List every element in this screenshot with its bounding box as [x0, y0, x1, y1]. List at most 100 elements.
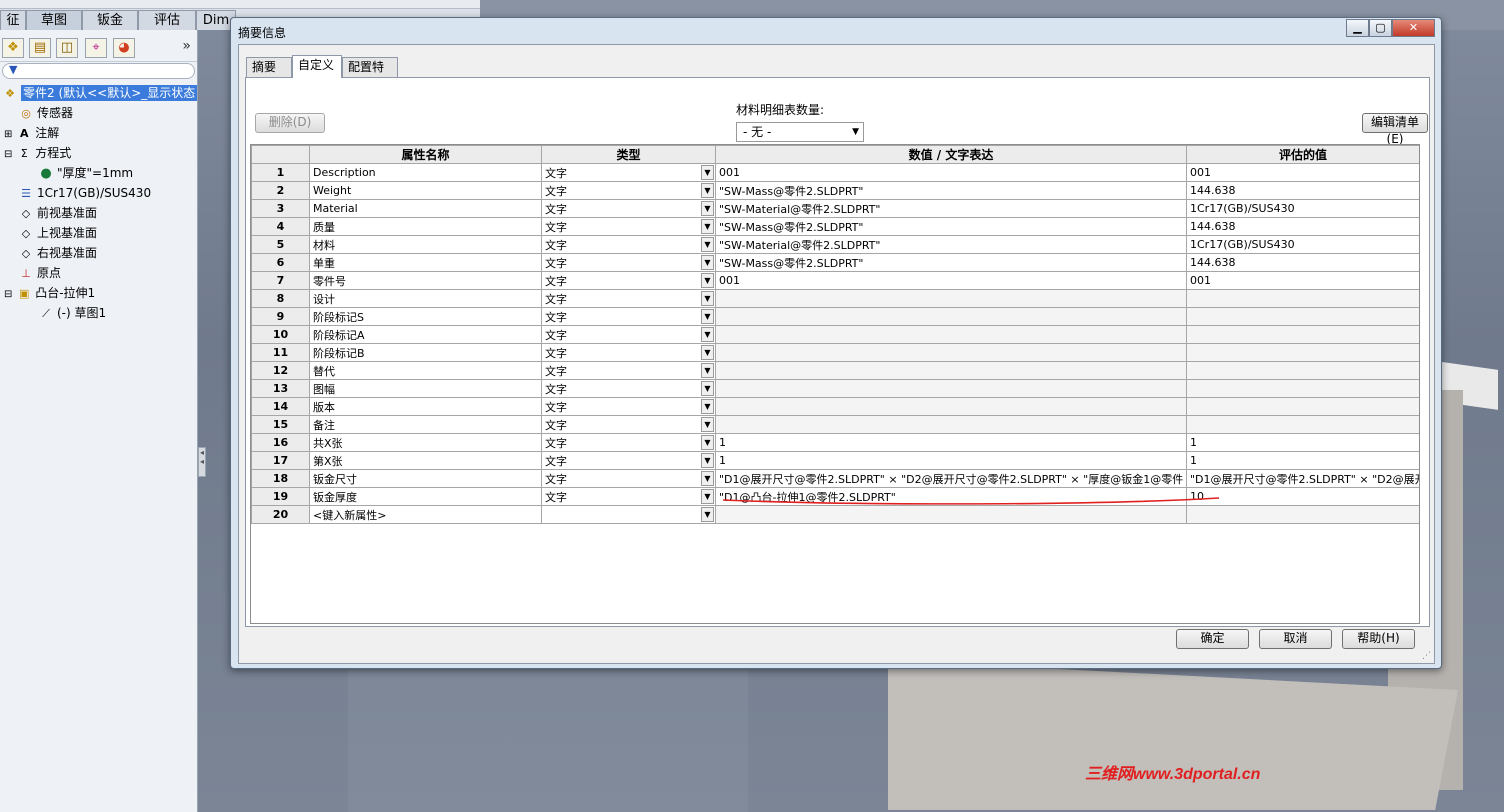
row-number[interactable]: 9: [251, 307, 310, 326]
chevron-down-icon[interactable]: ▼: [701, 489, 714, 504]
close-icon[interactable]: ✕: [1392, 19, 1435, 37]
property-name-cell[interactable]: 阶段标记B: [309, 343, 542, 362]
table-row[interactable]: 14 版本 文字 ▼: [251, 397, 1419, 416]
type-cell[interactable]: 文字 ▼: [541, 289, 716, 308]
table-row[interactable]: 4 质量 文字 ▼ "SW-Mass@零件2.SLDPRT" 144.638: [251, 217, 1419, 236]
row-number[interactable]: 20: [251, 505, 310, 524]
column-header-type[interactable]: 类型: [541, 145, 716, 164]
tree-item-sensors[interactable]: ◎ 传感器: [0, 103, 198, 123]
tree-item-annotations[interactable]: ⊞ A 注解: [0, 123, 198, 143]
tab-config-specific[interactable]: 配置特定: [342, 57, 398, 92]
table-row[interactable]: 18 钣金尺寸 文字 ▼ "D1@展开尺寸@零件2.SLDPRT" × "D2@展开尺寸…: [251, 469, 1419, 488]
bom-quantity-select[interactable]: - 无 - ▼: [736, 122, 864, 142]
tab-evaluate[interactable]: 评估: [138, 10, 196, 30]
display-manager-icon[interactable]: ◕: [113, 38, 135, 58]
row-number[interactable]: 12: [251, 361, 310, 380]
tab-custom[interactable]: 自定义: [292, 55, 342, 78]
tab-summary[interactable]: 摘要: [246, 57, 292, 77]
type-cell[interactable]: 文字 ▼: [541, 325, 716, 344]
value-expression-cell[interactable]: "SW-Material@零件2.SLDPRT": [715, 235, 1187, 254]
property-name-cell[interactable]: 替代: [309, 361, 542, 380]
type-cell[interactable]: 文字 ▼: [541, 307, 716, 326]
table-row[interactable]: 5 材料 文字 ▼ "SW-Material@零件2.SLDPRT" 1Cr17(GB)/…: [251, 235, 1419, 254]
chevron-down-icon[interactable]: ▼: [701, 345, 714, 360]
chevron-down-icon[interactable]: ▼: [701, 507, 714, 522]
value-expression-cell[interactable]: 1: [715, 451, 1187, 470]
row-number[interactable]: 11: [251, 343, 310, 362]
collapse-icon[interactable]: ⊟: [4, 289, 12, 300]
type-cell[interactable]: 文字 ▼: [541, 217, 716, 236]
type-cell[interactable]: ▼: [541, 505, 716, 524]
ok-button[interactable]: 确定: [1176, 629, 1249, 649]
row-number[interactable]: 19: [251, 487, 310, 506]
row-number[interactable]: 6: [251, 253, 310, 272]
table-row[interactable]: 3 Material 文字 ▼ "SW-Material@零件2.SLDPRT" 1Cr1…: [251, 199, 1419, 218]
value-expression-cell[interactable]: "D1@凸台-拉伸1@零件2.SLDPRT": [715, 487, 1187, 506]
table-row[interactable]: 13 图幅 文字 ▼: [251, 379, 1419, 398]
maximize-icon[interactable]: ▢: [1369, 19, 1392, 37]
type-cell[interactable]: 文字 ▼: [541, 163, 716, 182]
property-name-cell[interactable]: 阶段标记A: [309, 325, 542, 344]
delete-button[interactable]: 删除(D): [255, 113, 325, 133]
chevron-down-icon[interactable]: ▼: [701, 363, 714, 378]
property-name-cell[interactable]: 第X张: [309, 451, 542, 470]
value-expression-cell[interactable]: [715, 361, 1187, 380]
dimxpert-manager-icon[interactable]: ⌖: [85, 38, 107, 58]
type-cell[interactable]: 文字 ▼: [541, 379, 716, 398]
value-expression-cell[interactable]: 1: [715, 433, 1187, 452]
minimize-icon[interactable]: ▁: [1346, 19, 1369, 37]
type-cell[interactable]: 文字 ▼: [541, 397, 716, 416]
row-number[interactable]: 17: [251, 451, 310, 470]
property-name-cell[interactable]: Description: [309, 163, 542, 182]
type-cell[interactable]: 文字 ▼: [541, 415, 716, 434]
table-row[interactable]: 19 钣金厚度 文字 ▼ "D1@凸台-拉伸1@零件2.SLDPRT" 10: [251, 487, 1419, 506]
panel-splitter-grip[interactable]: ◂ ◂: [198, 447, 206, 477]
property-name-cell[interactable]: 备注: [309, 415, 542, 434]
property-name-cell[interactable]: 材料: [309, 235, 542, 254]
tree-item-material[interactable]: ☰ 1Cr17(GB)/SUS430: [0, 183, 198, 203]
value-expression-cell[interactable]: 001: [715, 163, 1187, 182]
chevron-down-icon[interactable]: ▼: [701, 219, 714, 234]
collapse-icon[interactable]: ⊟: [4, 149, 12, 160]
table-row[interactable]: 15 备注 文字 ▼: [251, 415, 1419, 434]
tree-item-part[interactable]: ❖ 零件2 (默认<<默认>_显示状态: [0, 83, 198, 103]
chevron-down-icon[interactable]: ▼: [701, 165, 714, 180]
value-expression-cell[interactable]: [715, 289, 1187, 308]
tree-item-right-plane[interactable]: ◇ 右视基准面: [0, 243, 198, 263]
chevron-down-icon[interactable]: ▼: [701, 291, 714, 306]
value-expression-cell[interactable]: "SW-Mass@零件2.SLDPRT": [715, 253, 1187, 272]
column-header-value-expression[interactable]: 数值 / 文字表达: [715, 145, 1187, 164]
tree-item-top-plane[interactable]: ◇ 上视基准面: [0, 223, 198, 243]
column-header-corner[interactable]: [251, 145, 310, 164]
tab-features[interactable]: 征: [0, 10, 26, 30]
cancel-button[interactable]: 取消: [1259, 629, 1332, 649]
property-name-cell[interactable]: Material: [309, 199, 542, 218]
property-name-cell[interactable]: 钣金尺寸: [309, 469, 542, 488]
tab-sketch[interactable]: 草图: [26, 10, 82, 30]
value-expression-cell[interactable]: "D1@展开尺寸@零件2.SLDPRT" × "D2@展开尺寸@零件2.SLDP…: [715, 469, 1187, 488]
type-cell[interactable]: 文字 ▼: [541, 487, 716, 506]
value-expression-cell[interactable]: "SW-Material@零件2.SLDPRT": [715, 199, 1187, 218]
row-number[interactable]: 1: [251, 163, 310, 182]
table-row[interactable]: 9 阶段标记S 文字 ▼: [251, 307, 1419, 326]
chevron-down-icon[interactable]: ▼: [701, 453, 714, 468]
chevron-down-icon[interactable]: ▼: [701, 273, 714, 288]
row-number[interactable]: 13: [251, 379, 310, 398]
row-number[interactable]: 18: [251, 469, 310, 488]
table-row[interactable]: 16 共X张 文字 ▼ 1 1: [251, 433, 1419, 452]
chevron-down-icon[interactable]: ▼: [701, 327, 714, 342]
table-row[interactable]: 12 替代 文字 ▼: [251, 361, 1419, 380]
type-cell[interactable]: 文字 ▼: [541, 235, 716, 254]
property-name-cell[interactable]: 阶段标记S: [309, 307, 542, 326]
table-row[interactable]: 11 阶段标记B 文字 ▼: [251, 343, 1419, 362]
tree-item-sketch[interactable]: ⟋ (-) 草图1: [0, 303, 198, 323]
tree-filter-input[interactable]: ▼: [2, 63, 195, 79]
property-name-cell[interactable]: Weight: [309, 181, 542, 200]
chevron-down-icon[interactable]: ▼: [701, 471, 714, 486]
table-row[interactable]: 10 阶段标记A 文字 ▼: [251, 325, 1419, 344]
row-number[interactable]: 7: [251, 271, 310, 290]
row-number[interactable]: 4: [251, 217, 310, 236]
type-cell[interactable]: 文字 ▼: [541, 433, 716, 452]
tab-sheet-metal[interactable]: 钣金: [82, 10, 138, 30]
value-expression-cell[interactable]: [715, 415, 1187, 434]
